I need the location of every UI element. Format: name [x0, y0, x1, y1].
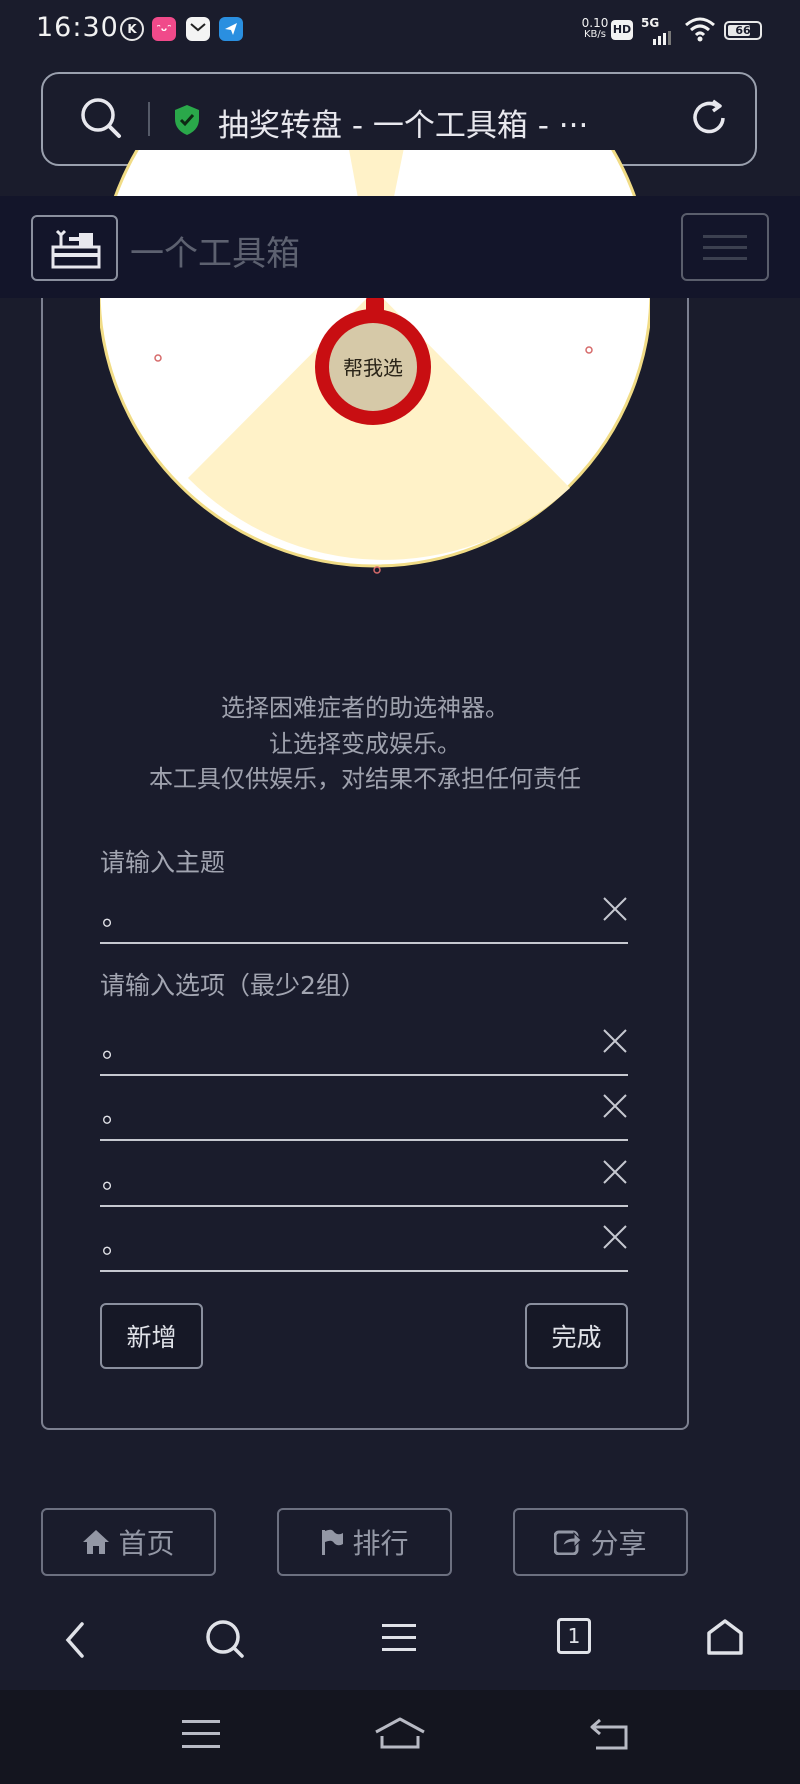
shield-check-icon — [173, 104, 201, 140]
topic-field — [100, 884, 628, 944]
site-title[interactable]: 一个工具箱 — [130, 226, 300, 275]
options-label: 请输入选项（最少2组） — [100, 971, 366, 1000]
system-navigation-bar — [0, 1690, 800, 1784]
signal-icon — [641, 30, 671, 49]
flag-icon — [322, 1529, 344, 1555]
site-header: 一个工具箱 — [0, 196, 800, 298]
system-home-icon[interactable] — [374, 1716, 426, 1750]
share-nav-label: 分享 — [590, 1527, 647, 1560]
network-type: 5G — [641, 16, 660, 30]
clear-option-icon[interactable] — [602, 1224, 628, 1250]
back-icon[interactable] — [62, 1620, 88, 1660]
clear-option-icon[interactable] — [602, 1093, 628, 1119]
home-icon[interactable] — [706, 1618, 744, 1656]
hamburger-icon — [703, 235, 747, 260]
home-nav-button[interactable]: 首页 — [41, 1508, 216, 1576]
option-input-3[interactable] — [100, 1151, 574, 1203]
search-icon[interactable] — [204, 1618, 246, 1660]
hd-badge: HD — [611, 20, 633, 40]
option-field — [100, 1212, 628, 1272]
hamburger-menu-button[interactable] — [681, 213, 769, 281]
divider — [148, 102, 150, 136]
rank-nav-label: 排行 — [352, 1527, 409, 1560]
status-bar: 16:30 K ᵔᴗᵔ 0.10 KB/s HD 5G 66 — [0, 0, 800, 62]
toolbox-icon — [51, 229, 101, 269]
search-icon[interactable] — [79, 96, 123, 144]
k-icon: K — [120, 17, 144, 41]
paper-plane-icon — [219, 17, 243, 41]
option-marker — [373, 566, 381, 574]
intro-line-1: 选择困难症者的助选神器。 — [221, 694, 509, 722]
network-speed: 0.10 KB/s — [581, 16, 609, 40]
menu-icon[interactable] — [382, 1622, 416, 1654]
clear-option-icon[interactable] — [602, 1159, 628, 1185]
refresh-icon[interactable] — [687, 96, 731, 144]
option-field — [100, 1081, 628, 1141]
site-logo[interactable] — [31, 215, 118, 281]
battery-icon: 66 — [724, 21, 762, 40]
intro-line-2: 让选择变成娱乐。 — [269, 730, 461, 758]
option-field — [100, 1147, 628, 1207]
clear-topic-icon[interactable] — [602, 896, 628, 922]
done-button[interactable]: 完成 — [525, 1303, 628, 1369]
recent-apps-icon[interactable] — [182, 1718, 220, 1750]
topic-label: 请输入主题 — [100, 848, 226, 877]
mail-icon — [186, 17, 210, 41]
option-input-1[interactable] — [100, 1020, 574, 1072]
topic-input[interactable] — [100, 888, 574, 940]
share-nav-button[interactable]: 分享 — [513, 1508, 688, 1576]
clear-option-icon[interactable] — [602, 1028, 628, 1054]
browser-toolbar: 1 — [0, 1600, 800, 1690]
tabs-icon[interactable]: 1 — [557, 1618, 591, 1654]
home-nav-label: 首页 — [118, 1527, 175, 1560]
share-icon — [554, 1530, 583, 1555]
wifi-icon — [684, 16, 716, 46]
system-back-icon[interactable] — [590, 1716, 630, 1752]
spin-button[interactable]: 帮我选 — [313, 352, 433, 381]
page-tab-title[interactable]: 抽奖转盘 - 一个工具箱 - ··· — [218, 100, 588, 145]
option-field — [100, 1016, 628, 1076]
option-input-4[interactable] — [100, 1216, 574, 1268]
add-option-button[interactable]: 新增 — [100, 1303, 203, 1369]
rank-nav-button[interactable]: 排行 — [277, 1508, 452, 1576]
pink-app-icon: ᵔᴗᵔ — [152, 17, 176, 41]
option-input-2[interactable] — [100, 1085, 574, 1137]
status-time: 16:30 — [36, 12, 119, 43]
home-icon — [83, 1530, 110, 1554]
intro-line-3: 本工具仅供娱乐，对结果不承担任何责任 — [149, 765, 581, 793]
